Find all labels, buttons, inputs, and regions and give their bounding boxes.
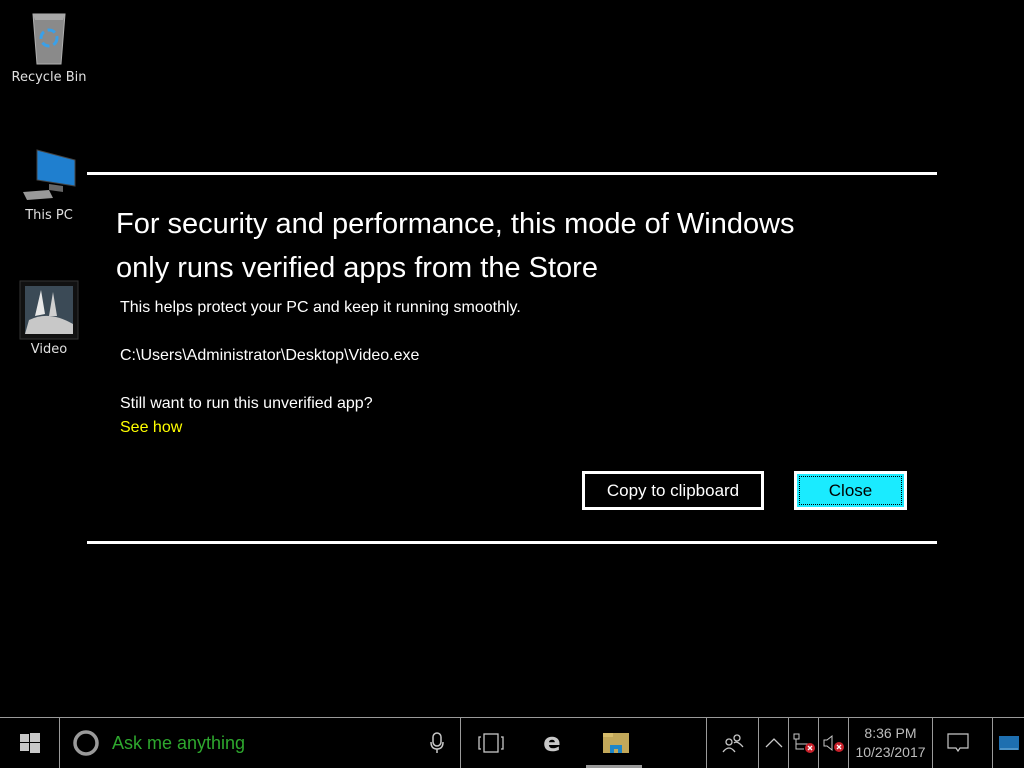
people-button[interactable] [706,718,758,768]
desktop-icon-label: Video [30,342,68,357]
close-button[interactable]: Close [794,471,907,510]
action-center-button[interactable] [932,718,982,768]
computer-icon [19,146,79,206]
network-button[interactable] [788,718,818,768]
dialog-title-line1: For security and performance, this mode … [116,208,795,240]
show-desktop-button[interactable] [992,718,1024,768]
copy-to-clipboard-button[interactable]: Copy to clipboard [582,471,764,510]
people-icon [721,734,743,753]
edge-icon: e [543,728,561,758]
desktop-icon-label: Recycle Bin [11,70,87,85]
desktop-icon-label: This PC [25,208,73,223]
desktop-icon-this-pc[interactable]: This PC [4,146,94,223]
task-view-icon [477,733,504,753]
file-path: C:\Users\Administrator\Desktop\Video.exe [120,347,420,364]
volume-button[interactable] [818,718,848,768]
desktop-icon-video[interactable]: Video [4,280,94,357]
dialog-description: This helps protect your PC and keep it r… [120,299,521,316]
task-view-button[interactable] [460,718,520,768]
dialog-title-line2: only runs verified apps from the Store [116,252,598,284]
desktop-icon-recycle-bin[interactable]: Recycle Bin [4,8,94,85]
taskbar-edge[interactable]: e [520,718,584,768]
video-app-icon [19,280,79,340]
recycle-bin-icon [19,8,79,68]
search-placeholder: Ask me anything [112,732,246,753]
copy-button-label: Copy to clipboard [606,480,740,500]
search-box[interactable]: Ask me anything [59,718,461,768]
taskbar-file-explorer[interactable] [584,718,648,768]
dialog-title: For security and performance, this mode … [116,202,916,290]
windows-logo-icon [20,733,40,753]
microphone-icon[interactable] [429,732,445,754]
desktop-preview-icon [998,736,1019,750]
chevron-up-icon [765,738,782,748]
dialog-question: Still want to run this unverified app? [120,395,373,412]
cortana-icon [73,730,99,756]
see-how-link[interactable]: See how [120,419,182,437]
taskbar: Ask me anything e 8:36 PM 10/23/2017 [0,717,1024,768]
clock[interactable]: 8:36 PM 10/23/2017 [848,718,932,768]
network-error-icon [793,733,815,753]
clock-date: 10/23/2017 [855,744,926,760]
notifications-icon [946,733,969,753]
volume-muted-icon [823,734,844,752]
dialog-bottom-border [87,541,937,544]
dialog-top-border [87,172,937,175]
start-button[interactable] [0,718,60,768]
folder-icon [603,733,629,753]
clock-time: 8:36 PM [864,725,917,741]
show-hidden-icons-button[interactable] [758,718,788,768]
focus-rectangle [799,476,902,505]
